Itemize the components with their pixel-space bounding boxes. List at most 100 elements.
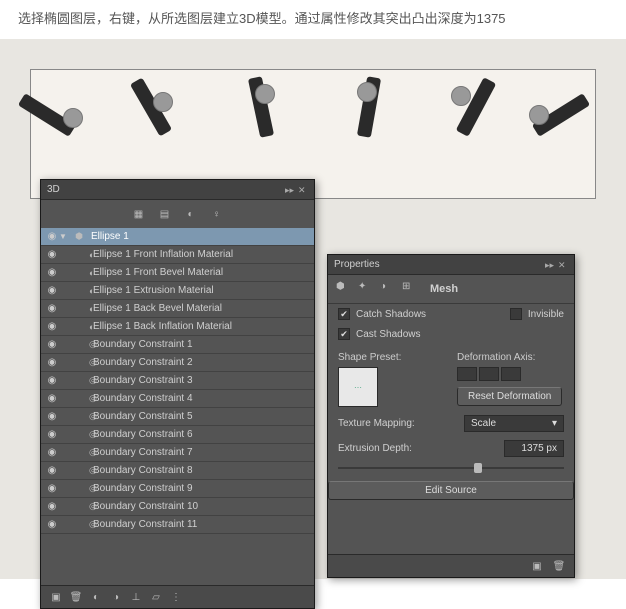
- new-camera-icon[interactable]: ◑: [109, 590, 123, 604]
- layer-row[interactable]: ◉◐Ellipse 1 Front Bevel Material: [41, 264, 314, 282]
- visibility-icon[interactable]: ◉: [45, 249, 59, 260]
- close-icon[interactable]: ✕: [558, 260, 568, 270]
- edit-source-button[interactable]: Edit Source: [328, 481, 574, 500]
- axis-z-button[interactable]: [501, 367, 521, 381]
- trash-icon[interactable]: 🗑: [552, 559, 566, 573]
- visibility-icon[interactable]: ◉: [45, 303, 59, 314]
- layer-label: Ellipse 1 Extrusion Material: [89, 285, 314, 296]
- checkbox-invisible[interactable]: [510, 308, 522, 320]
- new-light-icon[interactable]: ◐: [89, 590, 103, 604]
- visibility-icon[interactable]: ◉: [45, 375, 59, 386]
- material-icon: ◐: [71, 268, 89, 278]
- plane-icon[interactable]: ▱: [149, 590, 163, 604]
- visibility-icon[interactable]: ◉: [45, 357, 59, 368]
- tab-deform-icon[interactable]: ✦: [358, 281, 374, 297]
- filter-mesh-icon[interactable]: ▤: [157, 206, 173, 222]
- layer-label: Ellipse 1 Front Inflation Material: [89, 249, 314, 260]
- layer-row[interactable]: ◉◎Boundary Constraint 3: [41, 372, 314, 390]
- visibility-icon[interactable]: ◉: [45, 411, 59, 422]
- layer-label: Ellipse 1 Back Inflation Material: [89, 321, 314, 332]
- label-catch-shadows: Catch Shadows: [356, 309, 426, 320]
- layer-row[interactable]: ◉◎Boundary Constraint 10: [41, 498, 314, 516]
- layer-row-ellipse-1[interactable]: ◉ ▼ ⬢ Ellipse 1: [41, 228, 314, 246]
- visibility-icon[interactable]: ◉: [45, 393, 59, 404]
- layer-row[interactable]: ◉ ◐Ellipse 1 Extrusion Material: [41, 282, 314, 300]
- mesh-icon: ⬢: [71, 231, 87, 242]
- layer-label: Ellipse 1: [87, 231, 314, 242]
- extrusion-depth-input[interactable]: 1375 px: [504, 440, 564, 457]
- tab-cap-icon[interactable]: ◑: [380, 281, 396, 297]
- layer-label: Boundary Constraint 11: [89, 519, 314, 530]
- texture-mapping-select[interactable]: Scale ▾: [464, 415, 564, 432]
- panel-3d-title: 3D: [47, 184, 60, 195]
- visibility-icon[interactable]: ◉: [45, 267, 59, 278]
- visibility-icon[interactable]: ◉: [45, 501, 59, 512]
- visibility-icon[interactable]: ◉: [45, 321, 59, 332]
- trash-icon[interactable]: 🗑: [69, 590, 83, 604]
- label-deformation-axis: Deformation Axis:: [457, 346, 564, 365]
- layer-label: Boundary Constraint 8: [89, 465, 314, 476]
- tab-label: Mesh: [430, 283, 458, 295]
- layer-row[interactable]: ◉◎Boundary Constraint 2: [41, 354, 314, 372]
- visibility-icon[interactable]: ◉: [45, 465, 59, 476]
- layer-row[interactable]: ◉◎Boundary Constraint 7: [41, 444, 314, 462]
- layer-row[interactable]: ◉ ◎Boundary Constraint 4: [41, 390, 314, 408]
- close-icon[interactable]: ✕: [298, 185, 308, 195]
- render-icon[interactable]: ▣: [49, 590, 63, 604]
- layer-row[interactable]: ◉◐Ellipse 1 Back Bevel Material: [41, 300, 314, 318]
- visibility-icon[interactable]: ◉: [45, 483, 59, 494]
- layer-label: Boundary Constraint 3: [89, 375, 314, 386]
- layer-row[interactable]: ◉◐Ellipse 1 Front Inflation Material: [41, 246, 314, 264]
- filter-light-icon[interactable]: ♀: [209, 206, 225, 222]
- axis-icon[interactable]: ⊥: [129, 590, 143, 604]
- layer-row[interactable]: ◉◎Boundary Constraint 5: [41, 408, 314, 426]
- visibility-icon[interactable]: ◉: [45, 429, 59, 440]
- axis-x-button[interactable]: [457, 367, 477, 381]
- collapse-icon[interactable]: ▸▸: [285, 185, 295, 195]
- layer-list: ◉ ▼ ⬢ Ellipse 1 ◉◐Ellipse 1 Front Inflat…: [41, 228, 314, 534]
- panel-3d-header[interactable]: 3D ▸▸ ✕: [41, 180, 314, 200]
- filter-scene-icon[interactable]: ▦: [131, 206, 147, 222]
- tab-coord-icon[interactable]: ⊞: [402, 281, 418, 297]
- layer-row[interactable]: ◉◎Boundary Constraint 9: [41, 480, 314, 498]
- options-icon[interactable]: ⋮: [169, 590, 183, 604]
- collapse-icon[interactable]: ▸▸: [545, 260, 555, 270]
- layer-label: Boundary Constraint 9: [89, 483, 314, 494]
- constraint-icon: ◎: [71, 411, 89, 422]
- filter-material-icon[interactable]: ◐: [183, 206, 199, 222]
- render-settings-icon[interactable]: ▣: [530, 559, 544, 573]
- label-invisible: Invisible: [528, 309, 564, 320]
- panel-properties-header[interactable]: Properties ▸▸ ✕: [328, 255, 574, 275]
- visibility-icon[interactable]: ◉: [45, 285, 59, 296]
- layer-row[interactable]: ◉◎Boundary Constraint 6: [41, 426, 314, 444]
- label-cast-shadows: Cast Shadows: [356, 329, 420, 340]
- panel-properties-footer: ▣ 🗑: [328, 554, 574, 577]
- properties-tabs: ⬢ ✦ ◑ ⊞ Mesh: [328, 275, 574, 304]
- tab-mesh-icon[interactable]: ⬢: [336, 281, 352, 297]
- visibility-icon[interactable]: ◉: [45, 231, 59, 242]
- label-texture-mapping: Texture Mapping:: [338, 418, 456, 429]
- extrusion-depth-slider[interactable]: [338, 463, 564, 473]
- layer-label: Boundary Constraint 4: [89, 393, 314, 404]
- layer-row[interactable]: ◉ ◎Boundary Constraint 11: [41, 516, 314, 534]
- layer-label: Boundary Constraint 7: [89, 447, 314, 458]
- slider-thumb[interactable]: [474, 463, 482, 473]
- checkbox-catch-shadows[interactable]: ✔: [338, 308, 350, 320]
- layer-label: Boundary Constraint 1: [89, 339, 314, 350]
- reset-deformation-button[interactable]: Reset Deformation: [457, 387, 562, 406]
- layer-row[interactable]: ◉◎Boundary Constraint 1: [41, 336, 314, 354]
- disclosure-icon[interactable]: ▼: [59, 232, 71, 241]
- panel-3d-footer: ▣ 🗑 ◐ ◑ ⊥ ▱ ⋮: [41, 585, 314, 608]
- visibility-icon[interactable]: ◉: [45, 447, 59, 458]
- axis-y-button[interactable]: [479, 367, 499, 381]
- chevron-down-icon: ▾: [552, 418, 557, 429]
- shape-preset-picker[interactable]: ⋯: [338, 367, 378, 407]
- constraint-icon: ◎: [71, 519, 89, 530]
- constraint-icon: ◎: [71, 393, 89, 404]
- layer-row[interactable]: ◉◐Ellipse 1 Back Inflation Material: [41, 318, 314, 336]
- checkbox-cast-shadows[interactable]: ✔: [338, 328, 350, 340]
- material-icon: ◐: [71, 286, 89, 296]
- visibility-icon[interactable]: ◉: [45, 519, 59, 530]
- layer-row[interactable]: ◉◎Boundary Constraint 8: [41, 462, 314, 480]
- visibility-icon[interactable]: ◉: [45, 339, 59, 350]
